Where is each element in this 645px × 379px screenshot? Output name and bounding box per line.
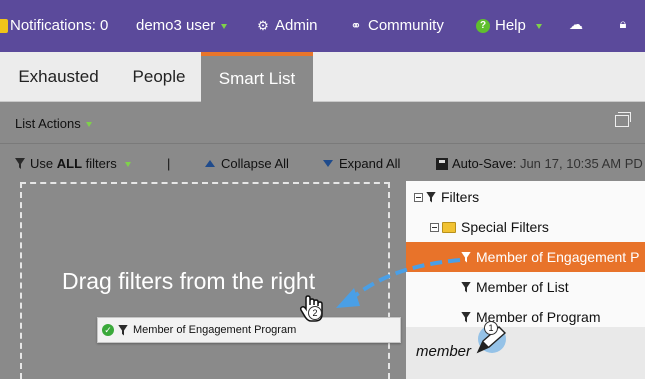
funnel-icon [15, 158, 25, 169]
help-icon: ? [476, 18, 490, 33]
dragged-filter-label: Member of Engagement Program [133, 324, 297, 336]
smart-list-toolbar: Use ALL filters | Collapse All Expand Al… [0, 145, 645, 180]
lock-icon: 🔒︎ [619, 16, 627, 31]
warning-icon [0, 18, 8, 33]
use-label: Use [30, 156, 54, 171]
dragged-filter-chip[interactable]: ✓ Member of Engagement Program [97, 317, 401, 343]
callout-badge-2: 2 [308, 306, 322, 320]
collapse-icon [205, 160, 215, 167]
funnel-icon [426, 191, 436, 203]
autosave-label: Auto-Save: [452, 156, 517, 171]
community-icon: ⚭ [350, 17, 362, 33]
help-menu[interactable]: ? Help [476, 17, 542, 34]
save-icon [436, 157, 448, 170]
collapse-toggle-icon[interactable] [414, 192, 423, 202]
drag-arrow-icon [336, 258, 461, 308]
tree-group-label: Special Filters [461, 219, 549, 235]
cloud-button[interactable]: ☁ [569, 15, 588, 32]
expand-all-label: Expand All [339, 156, 401, 171]
community-label: Community [368, 17, 444, 34]
user-menu[interactable]: demo3 user [136, 17, 228, 34]
collapse-all-label: Collapse All [221, 156, 289, 171]
admin-link[interactable]: ⚙ Admin [256, 17, 318, 34]
toolbar-separator: | [167, 156, 171, 171]
use-filters-menu[interactable]: Use ALL filters [15, 156, 131, 171]
funnel-icon [118, 324, 128, 336]
chevron-down-icon [124, 162, 131, 167]
help-label: Help [495, 17, 526, 34]
tab-bar: Exhausted People Smart List [0, 52, 645, 102]
top-nav-bar: Notifications: 0 demo3 user ⚙ Admin ⚭ Co… [0, 0, 645, 52]
folder-icon [442, 221, 456, 233]
chevron-down-icon [85, 122, 92, 127]
chevron-down-icon [535, 24, 542, 29]
list-actions-menu[interactable]: List Actions [15, 116, 92, 131]
expand-all-button[interactable]: Expand All [323, 156, 400, 171]
list-actions-bar: List Actions [0, 102, 645, 144]
drop-hint-text: Drag filters from the right [62, 268, 316, 294]
collapse-toggle-icon[interactable] [430, 222, 439, 232]
filters-label: filters [85, 156, 117, 171]
collapse-all-button[interactable]: Collapse All [205, 156, 289, 171]
admin-label: Admin [275, 17, 318, 34]
community-link[interactable]: ⚭ Community [349, 17, 444, 34]
filter-search-value: member [416, 343, 472, 360]
tree-node-filters[interactable]: Filters [414, 182, 479, 212]
use-all-label: ALL [56, 156, 83, 171]
user-name: demo3 user [136, 17, 216, 34]
lock-button[interactable]: 🔒︎ [616, 16, 635, 31]
maximize-icon[interactable] [615, 112, 631, 127]
tree-item-label: Member of Engagement P [476, 249, 640, 265]
autosave-time: Jun 17, 10:35 AM PD [519, 156, 643, 171]
notifications-item[interactable]: Notifications: 0 [0, 17, 108, 34]
tab-exhausted[interactable]: Exhausted [0, 52, 117, 102]
tree-root-label: Filters [441, 189, 480, 205]
cloud-icon: ☁ [569, 15, 583, 32]
tree-item-label: Member of List [476, 279, 569, 295]
tab-people[interactable]: People [117, 52, 201, 102]
notifications-label: Notifications: 0 [10, 17, 109, 34]
gear-icon: ⚙ [257, 17, 269, 33]
autosave-status: Auto-Save: Jun 17, 10:35 AM PD [436, 156, 643, 171]
tab-smart-list[interactable]: Smart List [201, 52, 313, 102]
list-actions-label: List Actions [15, 116, 81, 131]
tree-node-special-filters[interactable]: Special Filters [430, 212, 549, 242]
chevron-down-icon [221, 24, 228, 29]
expand-icon [323, 160, 333, 167]
callout-badge-1: 1 [484, 321, 498, 335]
check-icon: ✓ [102, 324, 114, 336]
tree-item[interactable]: Member of List [461, 272, 569, 302]
